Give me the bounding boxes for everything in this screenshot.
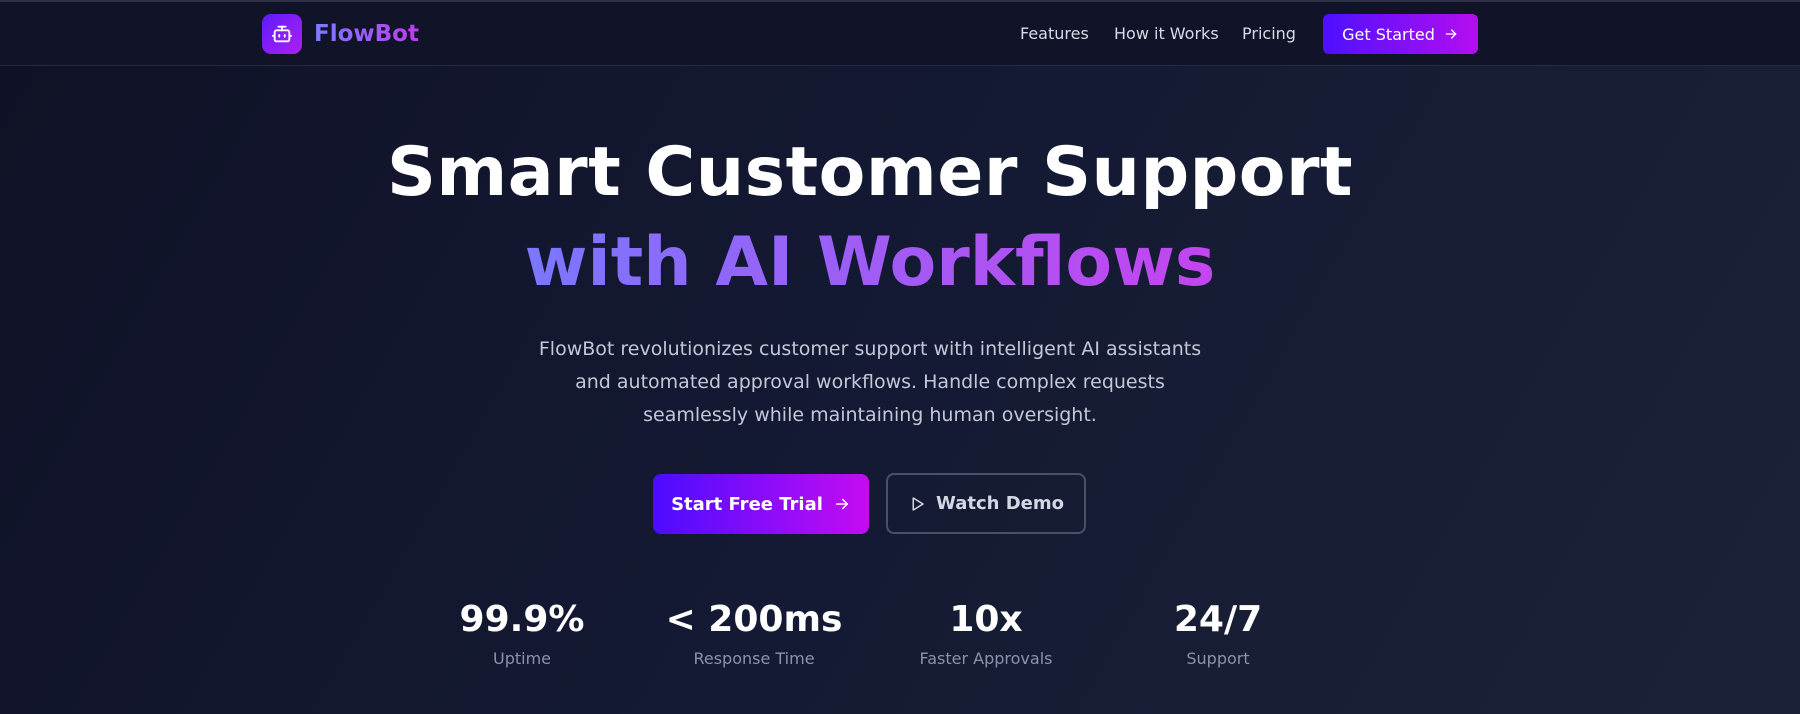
watch-demo-button[interactable]: Watch Demo (886, 473, 1086, 534)
stat-faster-approvals: 10x Faster Approvals (876, 596, 1096, 672)
play-icon (912, 496, 924, 511)
stat-label: Faster Approvals (919, 649, 1053, 668)
arrow-right-icon (835, 498, 848, 510)
hero-title-gradient-text: with AI Workflows (524, 223, 1216, 302)
stat-value: 24/7 (1173, 599, 1263, 640)
stat-value: < 200ms (665, 599, 843, 640)
get-started-button[interactable]: Get Started (1323, 14, 1478, 54)
logo[interactable] (262, 14, 302, 54)
get-started-label: Get Started (1342, 24, 1435, 44)
brand-name[interactable]: FlowBot (314, 18, 419, 50)
stat-response-time: < 200ms Response Time (644, 596, 864, 672)
nav-link-pricing[interactable]: Pricing (1242, 22, 1296, 46)
hero-title: Smart Customer Support (386, 133, 1354, 212)
stat-label: Uptime (492, 649, 551, 668)
stat-uptime: 99.9% Uptime (412, 596, 632, 672)
start-free-trial-button[interactable]: Start Free Trial (653, 474, 869, 534)
arrow-right-icon (1445, 29, 1457, 39)
hero-title-highlight: with AI Workflows (0, 222, 1740, 304)
hero-description: FlowBot revolutionizes customer support … (538, 338, 1202, 426)
stat-value: 99.9% (459, 599, 585, 640)
navbar: FlowBot Features How it Works Pricing Ge… (0, 2, 1800, 66)
nav-link-features[interactable]: Features (1020, 22, 1089, 46)
watch-demo-label: Watch Demo (936, 493, 1064, 514)
stat-label: Support (1186, 649, 1250, 668)
stat-value: 10x (949, 599, 1023, 640)
stat-support: 24/7 Support (1108, 596, 1328, 672)
nav-link-how-it-works[interactable]: How it Works (1114, 22, 1219, 46)
robot-icon (271, 25, 293, 43)
stat-label: Response Time (693, 649, 815, 668)
start-free-trial-label: Start Free Trial (671, 493, 823, 515)
